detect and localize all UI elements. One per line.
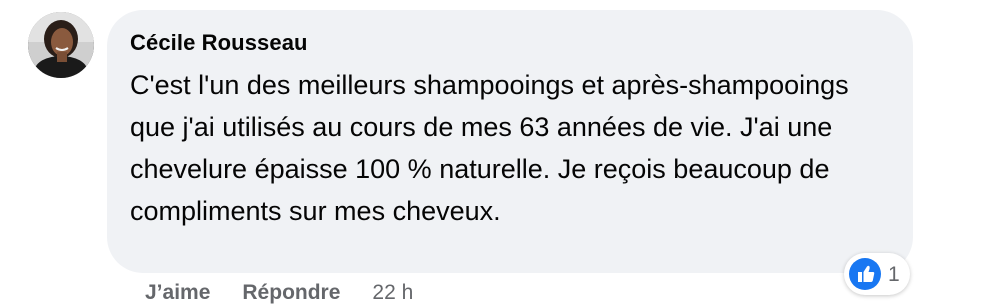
reaction-count: 1 bbox=[888, 262, 900, 286]
reply-button[interactable]: Répondre bbox=[242, 280, 340, 306]
comment-timestamp[interactable]: 22 h bbox=[372, 280, 413, 306]
avatar-photo bbox=[28, 12, 94, 78]
author-name[interactable]: Cécile Rousseau bbox=[130, 30, 889, 56]
reaction-summary[interactable]: 1 bbox=[844, 253, 910, 295]
comment-text: C'est l'un des meilleurs shampooings et … bbox=[130, 70, 849, 226]
author-avatar[interactable] bbox=[28, 12, 94, 78]
comment-actions: J’aime Répondre 22 h bbox=[145, 280, 413, 306]
like-button[interactable]: J’aime bbox=[145, 280, 210, 306]
comment-bubble: Cécile Rousseau C'est l'un des meilleurs… bbox=[107, 10, 913, 273]
like-thumbs-up-icon bbox=[849, 258, 881, 290]
